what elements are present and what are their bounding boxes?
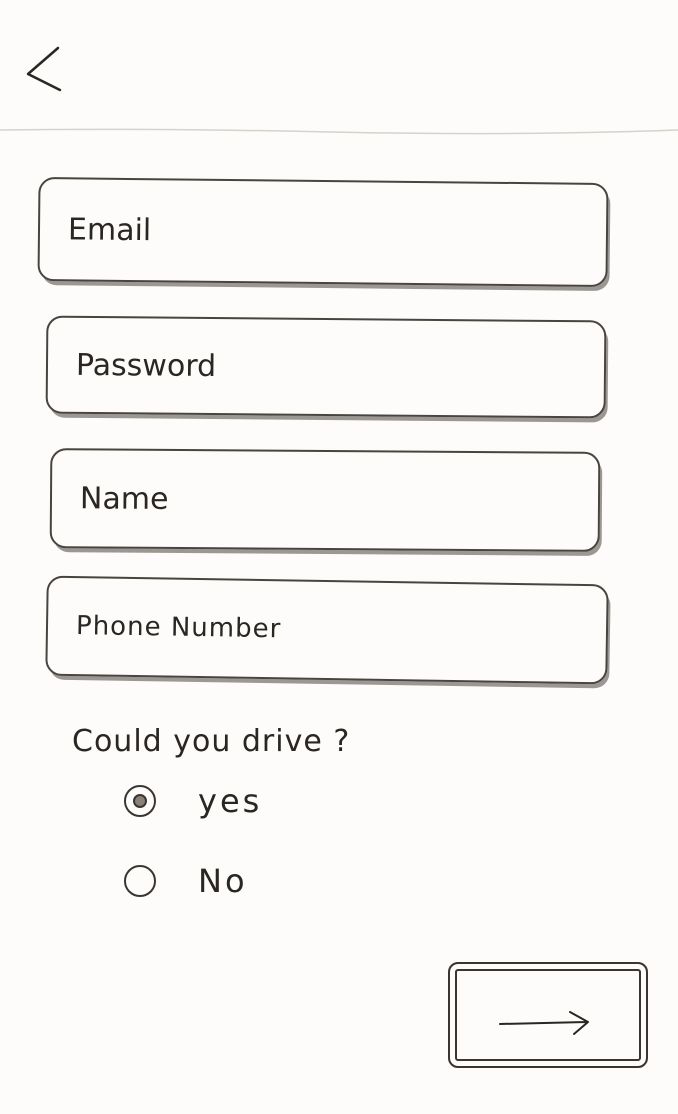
next-button[interactable]: [448, 962, 648, 1068]
phone-number-field[interactable]: [45, 575, 609, 685]
radio-option-yes[interactable]: yes: [124, 782, 262, 820]
name-field[interactable]: [49, 448, 601, 552]
email-field[interactable]: [37, 177, 609, 287]
radio-label-yes: yes: [198, 782, 263, 820]
back-button[interactable]: [18, 40, 72, 100]
chevron-left-icon: [26, 46, 62, 92]
radio-selected-dot: [133, 794, 147, 808]
arrow-right-icon: [499, 1011, 589, 1035]
drive-question: Could you drive ?: [72, 724, 351, 759]
password-field[interactable]: [45, 315, 607, 419]
radio-button-no[interactable]: [124, 865, 156, 897]
header-divider: [0, 128, 678, 135]
radio-option-no[interactable]: No: [124, 862, 248, 900]
radio-button-yes[interactable]: [124, 785, 156, 817]
radio-label-no: No: [198, 862, 248, 900]
